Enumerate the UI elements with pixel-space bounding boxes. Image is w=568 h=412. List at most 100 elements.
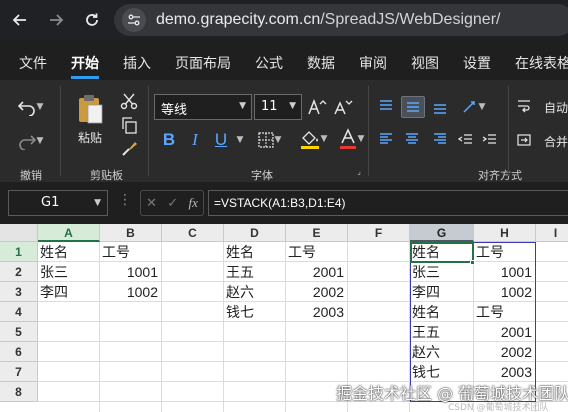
- tab-file[interactable]: 文件: [19, 53, 47, 73]
- cell-e1[interactable]: 工号: [286, 242, 348, 262]
- orientation-button[interactable]: ▼: [455, 96, 491, 118]
- cell-d3[interactable]: 赵六: [224, 282, 286, 302]
- cell-e2[interactable]: 2001: [286, 262, 348, 282]
- row-header-6[interactable]: 6: [0, 342, 38, 362]
- align-right-icon: [434, 133, 446, 144]
- row-header-5[interactable]: 5: [0, 322, 38, 342]
- name-box[interactable]: G1 ▼: [8, 190, 108, 216]
- border-grid-icon: [257, 132, 274, 148]
- forward-button[interactable]: [44, 8, 68, 32]
- row-header-2[interactable]: 2: [0, 262, 38, 282]
- fx-icon[interactable]: fx: [188, 195, 197, 211]
- underline-dropdown[interactable]: ▼: [234, 130, 246, 150]
- decrease-font-button[interactable]: [332, 96, 354, 118]
- site-info-button[interactable]: [122, 8, 146, 32]
- reload-button[interactable]: [80, 8, 104, 32]
- column-header-h[interactable]: H: [474, 224, 536, 242]
- row-header-8[interactable]: 8: [0, 382, 38, 402]
- active-cell-outline[interactable]: [410, 242, 474, 263]
- tab-view[interactable]: 视图: [411, 53, 439, 73]
- align-top-icon: [380, 100, 392, 110]
- undo-button[interactable]: ▼: [12, 94, 48, 120]
- column-header-c[interactable]: C: [162, 224, 224, 242]
- borders-button[interactable]: ▼: [250, 128, 288, 152]
- align-center-button[interactable]: [401, 128, 423, 150]
- address-bar[interactable]: demo.grapecity.com.cn/SpreadJS/WebDesign…: [114, 4, 568, 36]
- merge-button[interactable]: [516, 130, 532, 150]
- tab-page-layout[interactable]: 页面布局: [175, 53, 231, 73]
- cancel-icon[interactable]: ✕: [146, 196, 157, 211]
- fill-color-button[interactable]: ▼: [296, 126, 330, 152]
- tab-review[interactable]: 审阅: [359, 53, 387, 73]
- align-bottom-button[interactable]: [429, 96, 451, 118]
- cell-b2[interactable]: 1001: [100, 262, 162, 282]
- tab-home[interactable]: 开始: [71, 53, 99, 73]
- cell-b1[interactable]: 工号: [100, 242, 162, 262]
- ribbon-home: ▼ ▼ 撤销 粘贴 剪贴板 等线 ▼ 11 ▼ B I U ▼ ▼ ▼ ▼ 字体…: [0, 80, 568, 182]
- row-header-7[interactable]: 7: [0, 362, 38, 382]
- cell-a3[interactable]: 李四: [38, 282, 100, 302]
- tab-formulas[interactable]: 公式: [255, 53, 283, 73]
- watermark-sub: CSDN @葡萄城技术团队: [448, 403, 549, 412]
- fill-handle[interactable]: [470, 260, 475, 265]
- font-decrease-icon: [334, 100, 353, 115]
- tab-settings[interactable]: 设置: [463, 53, 491, 73]
- column-header-a[interactable]: A: [38, 224, 100, 242]
- row-header-4[interactable]: 4: [0, 302, 38, 322]
- cell-d2[interactable]: 王五: [224, 262, 286, 282]
- column-header-d[interactable]: D: [224, 224, 286, 242]
- cell-d4[interactable]: 钱七: [224, 302, 286, 322]
- cell-e3[interactable]: 2002: [286, 282, 348, 302]
- font-dialog-launcher-icon[interactable]: ⌟: [354, 166, 364, 176]
- format-painter-button[interactable]: [118, 138, 140, 160]
- align-left-icon: [380, 133, 392, 144]
- cell-a1[interactable]: 姓名: [38, 242, 100, 262]
- wrap-text-button[interactable]: [516, 96, 532, 116]
- align-left-button[interactable]: [375, 128, 397, 150]
- redo-button[interactable]: ▼: [12, 128, 48, 154]
- row-header-3[interactable]: 3: [0, 282, 38, 302]
- cell-d1[interactable]: 姓名: [224, 242, 286, 262]
- align-right-button[interactable]: [429, 128, 451, 150]
- back-button[interactable]: [8, 8, 32, 32]
- column-header-i[interactable]: I: [536, 224, 568, 242]
- cell-a2[interactable]: 张三: [38, 262, 100, 282]
- wrap-text-label[interactable]: 自动: [544, 99, 568, 116]
- tab-data[interactable]: 数据: [307, 53, 335, 73]
- underline-button[interactable]: U: [210, 128, 232, 152]
- font-size-value: 11: [261, 99, 278, 114]
- merge-cells-icon: [517, 134, 531, 146]
- formula-bar: G1 ▼ ⋮ ✕ ✓ fx =VSTACK(A1:B3,D1:E4): [0, 182, 568, 224]
- bold-button[interactable]: B: [158, 128, 180, 152]
- group-divider: [60, 86, 61, 176]
- formula-actions: ✕ ✓ fx: [140, 190, 204, 216]
- cell-b3[interactable]: 1002: [100, 282, 162, 302]
- align-top-button[interactable]: [375, 96, 397, 118]
- increase-font-button[interactable]: [306, 96, 328, 118]
- column-header-f[interactable]: F: [348, 224, 410, 242]
- align-middle-button[interactable]: [401, 96, 425, 118]
- formula-input[interactable]: =VSTACK(A1:B3,D1:E4): [208, 190, 568, 216]
- group-divider: [368, 86, 369, 176]
- tab-online-sheet[interactable]: 在线表格: [515, 53, 568, 73]
- align-middle-icon: [407, 102, 419, 112]
- cell-e4[interactable]: 2003: [286, 302, 348, 322]
- copy-button[interactable]: [118, 114, 140, 136]
- merge-label[interactable]: 合并: [544, 133, 568, 150]
- font-size-select[interactable]: 11 ▼: [254, 94, 302, 120]
- confirm-icon[interactable]: ✓: [167, 196, 178, 211]
- column-header-g[interactable]: G: [410, 224, 474, 242]
- cut-button[interactable]: [118, 90, 140, 112]
- select-all-corner[interactable]: [0, 224, 38, 242]
- font-name-select[interactable]: 等线 ▼: [154, 94, 252, 120]
- tab-insert[interactable]: 插入: [123, 53, 151, 73]
- row-header-1[interactable]: 1: [0, 242, 38, 262]
- column-header-b[interactable]: B: [100, 224, 162, 242]
- decrease-indent-button[interactable]: [455, 128, 477, 150]
- italic-button[interactable]: I: [184, 128, 206, 152]
- increase-indent-button[interactable]: [479, 128, 501, 150]
- group-label-font: 字体: [251, 169, 273, 182]
- paste-button[interactable]: 粘贴: [70, 88, 110, 150]
- column-header-e[interactable]: E: [286, 224, 348, 242]
- font-color-button[interactable]: ▼: [334, 126, 368, 152]
